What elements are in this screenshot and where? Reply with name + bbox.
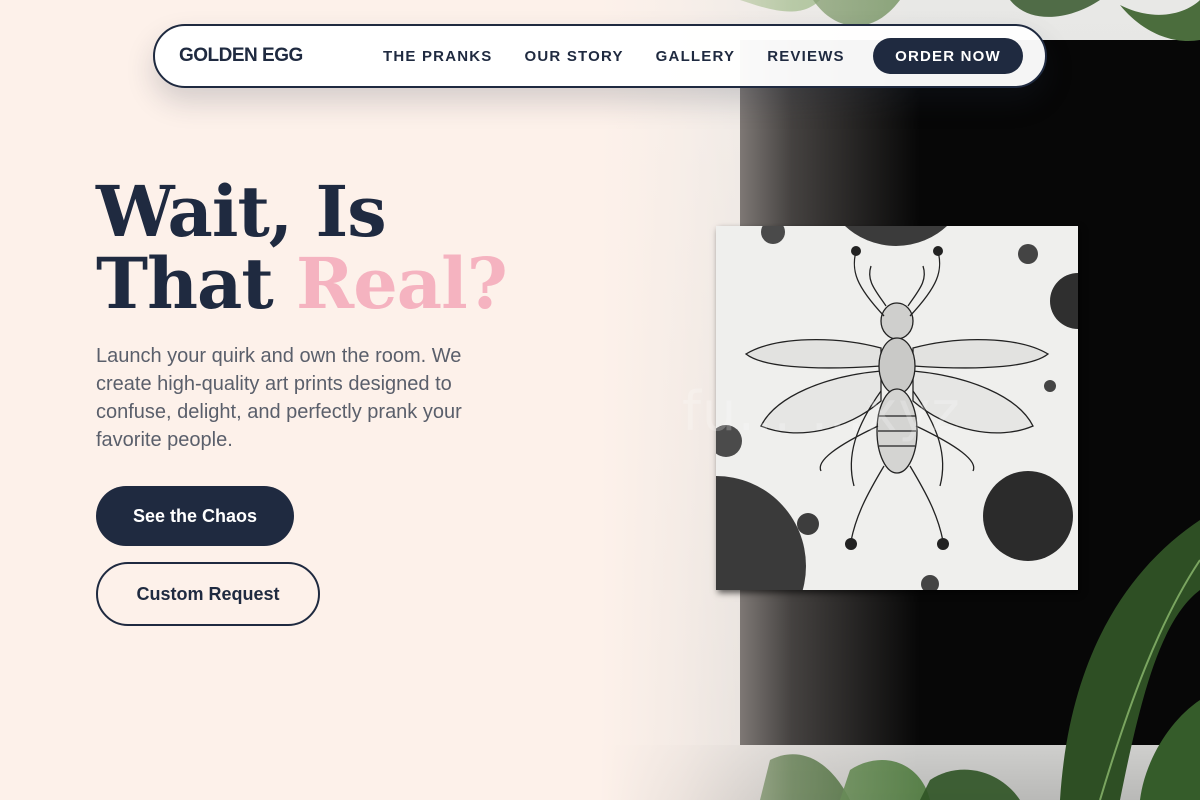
- nav-links: THE PRANKS OUR STORY GALLERY REVIEWS: [383, 26, 845, 86]
- top-navbar: GOLDEN EGG THE PRANKS OUR STORY GALLERY …: [153, 24, 1047, 88]
- brand-logo[interactable]: GOLDEN EGG: [179, 45, 303, 67]
- hero-subtitle: Launch your quirk and own the room. We c…: [96, 345, 462, 451]
- custom-request-button[interactable]: Custom Request: [96, 562, 320, 626]
- nav-link-reviews[interactable]: REVIEWS: [767, 48, 845, 65]
- nav-link-the-pranks[interactable]: THE PRANKS: [383, 48, 493, 65]
- headline-line-2: That: [96, 242, 297, 325]
- headline-accent-word: Real?: [296, 242, 508, 325]
- image-watermark: fu… …xyz: [682, 380, 961, 443]
- headline-line-1: Wait, Is: [96, 170, 387, 253]
- hero-headline: Wait, Is That Real?: [96, 176, 508, 320]
- hero-photo: fu… …xyz: [600, 0, 1200, 800]
- order-now-button[interactable]: ORDER NOW: [873, 38, 1023, 74]
- nav-link-gallery[interactable]: GALLERY: [656, 48, 736, 65]
- see-the-chaos-button[interactable]: See the Chaos: [96, 486, 294, 546]
- nav-link-our-story[interactable]: OUR STORY: [525, 48, 624, 65]
